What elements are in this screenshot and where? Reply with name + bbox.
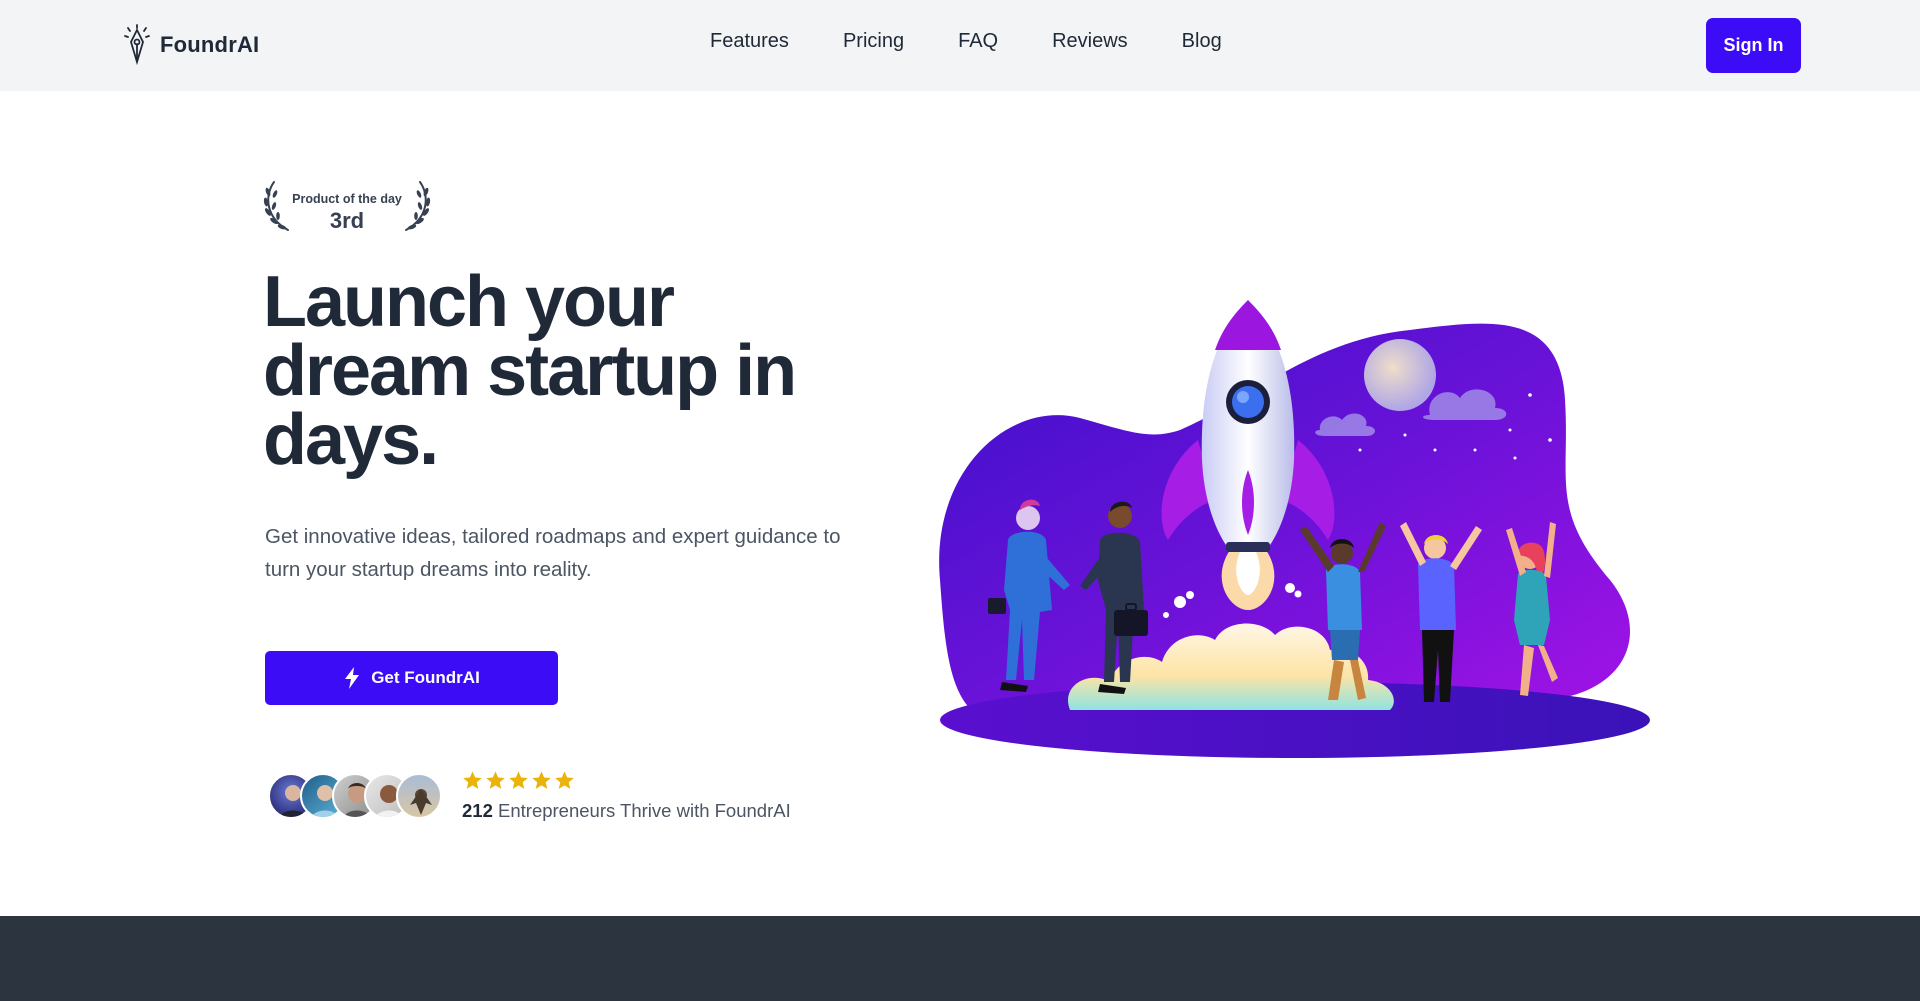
star-icon	[486, 771, 505, 789]
star-icon	[555, 771, 574, 789]
cta-label: Get FoundrAI	[371, 668, 480, 687]
rating-stars	[462, 770, 575, 791]
avatar-group	[268, 773, 448, 821]
nav-link-features[interactable]: Features	[710, 30, 789, 53]
nav-link-reviews[interactable]: Reviews	[1052, 30, 1128, 53]
nav-link-pricing[interactable]: Pricing	[843, 30, 904, 53]
avatar	[396, 773, 442, 819]
brand-logo[interactable]: FoundrAI	[122, 24, 259, 66]
entrepreneur-count: 212	[462, 800, 493, 821]
social-proof-text: 212 Entrepreneurs Thrive with FoundrAI	[462, 800, 791, 822]
dark-section-band	[0, 916, 1920, 1001]
star-icon	[463, 771, 482, 789]
get-foundrai-button[interactable]: Get FoundrAI	[265, 651, 558, 705]
product-of-the-day-badge[interactable]: Product of the day 3rd	[262, 178, 432, 236]
brand-name: FoundrAI	[160, 32, 260, 57]
pen-nib-icon	[124, 24, 150, 66]
award-rank: 3rd	[329, 208, 365, 233]
top-navbar: FoundrAI Features Pricing FAQ Reviews Bl…	[0, 0, 1920, 91]
star-icon	[509, 771, 528, 789]
sign-in-button[interactable]: Sign In	[1706, 18, 1801, 73]
hero-headline: Launch your dream startup in days.	[263, 262, 797, 480]
hero-subtext: Get innovative ideas, tailored roadmaps …	[265, 525, 841, 581]
award-title: Product of the day	[292, 192, 402, 206]
star-icon	[532, 771, 551, 789]
rocket-launch-illustration	[939, 300, 1650, 758]
social-proof: 212 Entrepreneurs Thrive with FoundrAI	[268, 770, 868, 822]
nav-link-faq[interactable]: FAQ	[958, 30, 998, 53]
social-proof-label: Entrepreneurs Thrive with FoundrAI	[498, 800, 791, 821]
lightning-bolt-icon	[345, 667, 360, 689]
main-nav: Features Pricing FAQ Reviews Blog	[710, 30, 1276, 53]
nav-link-blog[interactable]: Blog	[1182, 30, 1222, 53]
